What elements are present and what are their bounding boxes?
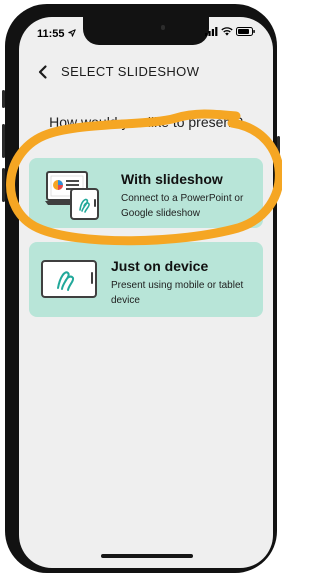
option-with-slideshow[interactable]: With slideshow Connect to a PowerPoint o… (29, 158, 263, 228)
status-icons (205, 27, 255, 36)
camera-dot (161, 25, 165, 30)
header: SELECT SLIDESHOW (19, 61, 273, 85)
option-title: With slideshow (121, 171, 223, 187)
option-title: Just on device (111, 258, 209, 274)
option-description: Connect to a PowerPoint or Google slides… (121, 193, 244, 219)
battery-icon (236, 27, 255, 36)
laptop-and-phone-icon (45, 171, 99, 220)
mute-switch (2, 90, 5, 108)
status-time: 11:55 (37, 28, 76, 40)
wifi-icon (221, 27, 233, 36)
chevron-left-icon[interactable] (35, 64, 51, 80)
phone-frame: 11:55 SELECT SLIDESHOW How would you lik… (2, 4, 280, 573)
volume-up-button (2, 124, 5, 158)
option-description: Present using mobile or tablet device (111, 280, 244, 306)
power-button (277, 136, 280, 188)
option-just-on-device[interactable]: Just on device Present using mobile or t… (29, 242, 263, 317)
volume-down-button (2, 168, 5, 202)
signal-icon (205, 27, 218, 36)
status-time-text: 11:55 (37, 28, 65, 40)
page-title: SELECT SLIDESHOW (61, 64, 200, 79)
app-screen: 11:55 SELECT SLIDESHOW How would you lik… (19, 17, 273, 568)
tablet-icon (41, 260, 97, 298)
question-text: How would you like to present? (49, 114, 243, 130)
notch (83, 17, 209, 45)
home-indicator (101, 554, 193, 558)
location-arrow-icon (67, 29, 76, 37)
